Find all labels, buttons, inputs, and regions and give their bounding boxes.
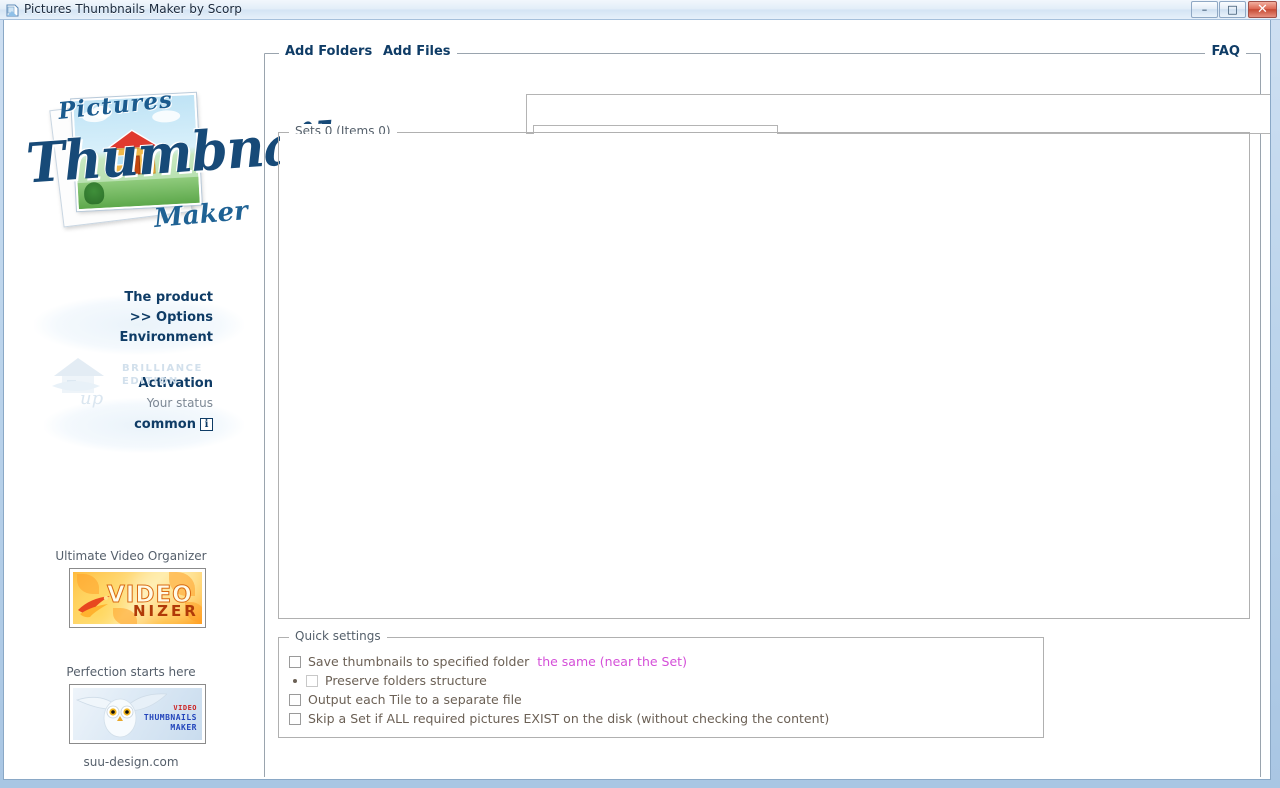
minimize-button[interactable]: – — [1191, 1, 1218, 18]
sidebar-status-row: common i — [4, 413, 258, 434]
checkbox-label-output-each-tile: Output each Tile to a separate file — [308, 692, 522, 707]
sidebar-item-options[interactable]: >> Options — [4, 308, 258, 328]
application-window: Pictures Thumbnails Maker by Scorp – □ ✕ — [0, 0, 1280, 788]
maximize-icon: □ — [1227, 3, 1238, 16]
promo-caption-videonizer: Ultimate Video Organizer — [55, 549, 207, 563]
quick-setting-row[interactable]: Output each Tile to a separate file — [289, 692, 522, 707]
promo2-line-thumbnails: THUMBNAILS — [143, 713, 197, 722]
close-button[interactable]: ✕ — [1248, 1, 1277, 18]
window-title: Pictures Thumbnails Maker by Scorp — [24, 2, 242, 16]
main-panel: Add Folders Add Files FAQ Sets 0 (Items … — [258, 20, 1270, 779]
sidebar-item-the-product[interactable]: The product — [4, 288, 258, 308]
quick-settings-group: Quick settings Save thumbnails to specif… — [278, 629, 1044, 738]
tab-add-folders[interactable]: Add Folders — [279, 44, 379, 59]
promo-banner-video-thumbnails-maker[interactable]: VIDEO THUMBNAILS MAKER — [69, 684, 206, 744]
checkbox-label-preserve-folders-structure: Preserve folders structure — [325, 673, 487, 688]
checkbox-save-thumbnails-to-specified-folder[interactable] — [289, 655, 301, 668]
checkbox-output-each-tile-to-a-separate-file[interactable] — [289, 693, 301, 706]
bottom-strip — [4, 777, 1270, 779]
sidebar-item-environment[interactable]: Environment — [4, 328, 258, 348]
faq-link[interactable]: FAQ — [1205, 44, 1246, 59]
sets-group: Sets 0 (Items 0) — [278, 124, 1250, 619]
title-bar[interactable]: Pictures Thumbnails Maker by Scorp – □ ✕ — [0, 0, 1280, 20]
owl-icon — [75, 690, 168, 740]
promo-banner-videonizer[interactable]: VIDEO NIZER — [69, 568, 206, 628]
maximize-button[interactable]: □ — [1219, 1, 1246, 18]
quick-setting-row[interactable]: Skip a Set if ALL required pictures EXIS… — [289, 711, 829, 726]
sets-list[interactable] — [280, 134, 1248, 617]
promo-banner-word-nizer: NIZER — [133, 602, 199, 620]
sidebar-nav: The product >> Options Environment Activ… — [4, 288, 258, 434]
promo2-line-video: VIDEO — [173, 704, 197, 712]
sidebar-item-activation[interactable]: Activation — [4, 374, 258, 394]
promo2-line-maker: MAKER — [170, 723, 197, 732]
checkbox-label-save-thumbnails: Save thumbnails to specified folder — [308, 654, 530, 669]
promo-caption-perfection: Perfection starts here — [66, 665, 196, 679]
info-icon[interactable]: i — [200, 418, 213, 431]
client-area: Pictures Thumbnails Maker The product >>… — [3, 20, 1271, 780]
tab-add-files[interactable]: Add Files — [377, 44, 457, 59]
checkbox-skip-a-set-if-all-required-pictures-exist[interactable] — [289, 712, 301, 725]
quick-setting-row[interactable]: Preserve folders structure — [289, 673, 487, 688]
bullet-icon — [293, 678, 297, 683]
sidebar: Pictures Thumbnails Maker The product >>… — [4, 20, 364, 778]
minimize-icon: – — [1201, 3, 1208, 16]
app-logo: Pictures Thumbnails Maker — [24, 86, 364, 255]
checkbox-preserve-folders-structure[interactable] — [306, 674, 318, 687]
promo-footer-link[interactable]: suu-design.com — [4, 755, 258, 769]
quick-settings-legend: Quick settings — [289, 629, 387, 643]
app-document-icon — [5, 3, 20, 17]
sidebar-status-label: Your status — [146, 396, 213, 410]
quick-setting-row[interactable]: Save thumbnails to specified folder the … — [289, 654, 687, 669]
sidebar-status-value: common — [134, 417, 196, 432]
checkbox-label-skip-a-set: Skip a Set if ALL required pictures EXIS… — [308, 711, 830, 726]
output-folder-value-link[interactable]: the same (near the Set) — [537, 654, 687, 669]
close-icon: ✕ — [1257, 2, 1268, 17]
